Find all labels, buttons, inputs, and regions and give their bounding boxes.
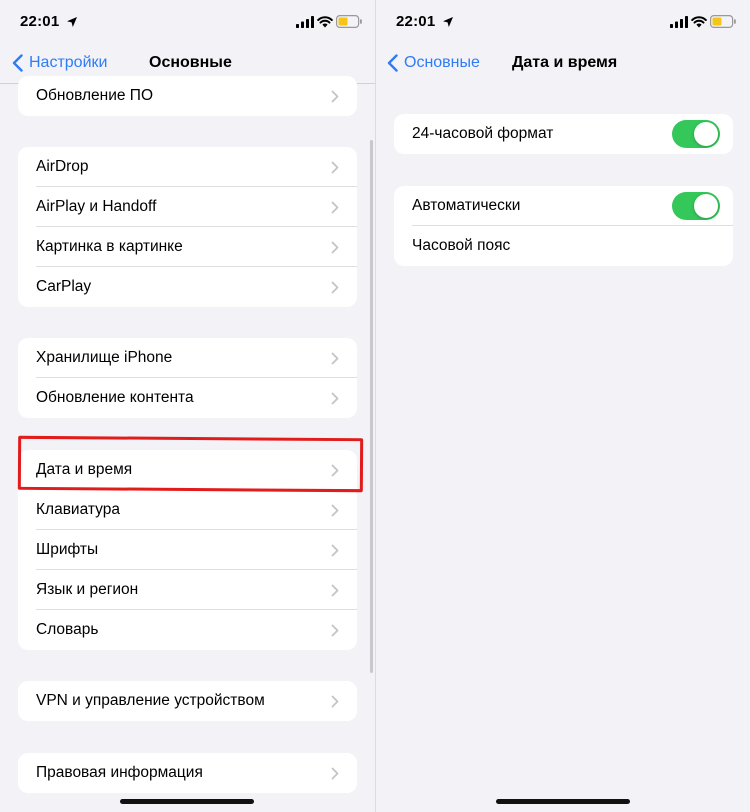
- settings-row-часовой-пояс[interactable]: Часовой пояс: [394, 226, 733, 266]
- settings-row-label: 24-часовой формат: [412, 125, 554, 142]
- chevron-right-icon: [331, 161, 339, 174]
- status-time: 22:01: [396, 13, 436, 30]
- back-button-label: Настройки: [29, 54, 108, 71]
- settings-group: Правовая информация: [18, 753, 357, 793]
- back-button-label: Основные: [404, 54, 480, 71]
- settings-row-label: Обновление контента: [36, 389, 194, 406]
- settings-row-label: AirDrop: [36, 158, 89, 175]
- chevron-right-icon: [331, 392, 339, 405]
- settings-row-label: Хранилище iPhone: [36, 349, 173, 366]
- status-time: 22:01: [20, 13, 60, 30]
- chevron-left-icon: [12, 54, 23, 72]
- settings-row-язык-и-регион[interactable]: Язык и регион: [18, 570, 357, 610]
- settings-row-дата-и-время[interactable]: Дата и время: [18, 450, 357, 490]
- chevron-right-icon: [331, 281, 339, 294]
- settings-row-label: CarPlay: [36, 278, 92, 295]
- settings-row-обновление-по[interactable]: Обновление ПО: [18, 76, 357, 116]
- wifi-icon: [691, 16, 707, 28]
- chevron-right-icon: [331, 90, 339, 103]
- home-indicator[interactable]: [496, 799, 630, 804]
- cellular-signal-icon: [296, 16, 314, 28]
- settings-row-24-часовой-формат: 24-часовой формат: [394, 114, 733, 154]
- settings-row-label: Часовой пояс: [412, 237, 511, 254]
- settings-row-хранилище-iphone[interactable]: Хранилище iPhone: [18, 338, 357, 378]
- navigation-bar: Основные Дата и время: [376, 44, 750, 84]
- scrollbar[interactable]: [370, 140, 373, 673]
- back-button[interactable]: Основные: [387, 54, 480, 72]
- settings-row-label: AirPlay и Handoff: [36, 198, 157, 215]
- chevron-left-icon: [387, 54, 398, 72]
- settings-row-label: VPN и управление устройством: [36, 692, 265, 709]
- page-title: Основные: [149, 54, 232, 71]
- settings-row-шрифты[interactable]: Шрифты: [18, 530, 357, 570]
- chevron-right-icon: [331, 241, 339, 254]
- settings-group: 24-часовой формат: [394, 114, 733, 154]
- back-button[interactable]: Настройки: [12, 54, 107, 72]
- chevron-right-icon: [331, 767, 339, 780]
- settings-row-airdrop[interactable]: AirDrop: [18, 147, 357, 187]
- settings-row-label: Картинка в картинке: [36, 238, 183, 255]
- settings-row-vpn-и-управление-устройством[interactable]: VPN и управление устройством: [18, 681, 357, 721]
- date-time-screen: 22:01 Основные Дата и время 24-часовой ф…: [376, 0, 750, 812]
- settings-row-label: Дата и время: [36, 461, 133, 478]
- status-bar: 22:01: [0, 0, 375, 44]
- toggle-switch[interactable]: [672, 192, 720, 220]
- settings-row-обновление-контента[interactable]: Обновление контента: [18, 378, 357, 418]
- settings-row-label: Клавиатура: [36, 501, 120, 518]
- location-arrow-icon: [67, 17, 77, 27]
- settings-row-carplay[interactable]: CarPlay: [18, 267, 357, 307]
- settings-row-клавиатура[interactable]: Клавиатура: [18, 490, 357, 530]
- home-indicator[interactable]: [120, 799, 254, 804]
- chevron-right-icon: [331, 544, 339, 557]
- settings-row-автоматически: Автоматически: [394, 186, 733, 226]
- settings-group: Дата и время Клавиатура Шрифты Язык и регио…: [18, 450, 357, 650]
- settings-row-label: Шрифты: [36, 541, 99, 558]
- chevron-right-icon: [331, 201, 339, 214]
- settings-row-label: Правовая информация: [36, 764, 203, 781]
- general-settings-screen: 22:01 Настройки Основные Обновление ПО Ai…: [0, 0, 375, 812]
- toggle-switch[interactable]: [672, 120, 720, 148]
- chevron-right-icon: [331, 464, 339, 477]
- battery-icon: [710, 15, 736, 28]
- chevron-right-icon: [331, 624, 339, 637]
- settings-group: Хранилище iPhone Обновление контента: [18, 338, 357, 418]
- status-bar: 22:01: [376, 0, 750, 44]
- settings-group: Обновление ПО: [18, 76, 357, 116]
- settings-row-правовая-информация[interactable]: Правовая информация: [18, 753, 357, 793]
- settings-group: AirDrop AirPlay и Handoff Картинка в карти…: [18, 147, 357, 307]
- chevron-right-icon: [331, 504, 339, 517]
- settings-group: VPN и управление устройством: [18, 681, 357, 721]
- toggle-knob: [694, 194, 718, 218]
- chevron-right-icon: [331, 584, 339, 597]
- chevron-right-icon: [331, 695, 339, 708]
- settings-group: Автоматически Часовой пояс: [394, 186, 733, 266]
- settings-row-airplay-и-handoff[interactable]: AirPlay и Handoff: [18, 187, 357, 227]
- battery-icon: [336, 15, 362, 28]
- toggle-knob: [694, 122, 718, 146]
- settings-row-label: Обновление ПО: [36, 87, 153, 104]
- wifi-icon: [317, 16, 333, 28]
- page-title: Дата и время: [512, 54, 618, 71]
- chevron-right-icon: [331, 352, 339, 365]
- cellular-signal-icon: [670, 16, 688, 28]
- settings-row-картинка-в-картинке[interactable]: Картинка в картинке: [18, 227, 357, 267]
- settings-row-словарь[interactable]: Словарь: [18, 610, 357, 650]
- settings-row-label: Язык и регион: [36, 581, 139, 598]
- location-arrow-icon: [443, 17, 453, 27]
- settings-row-label: Автоматически: [412, 197, 521, 214]
- settings-row-label: Словарь: [36, 621, 99, 638]
